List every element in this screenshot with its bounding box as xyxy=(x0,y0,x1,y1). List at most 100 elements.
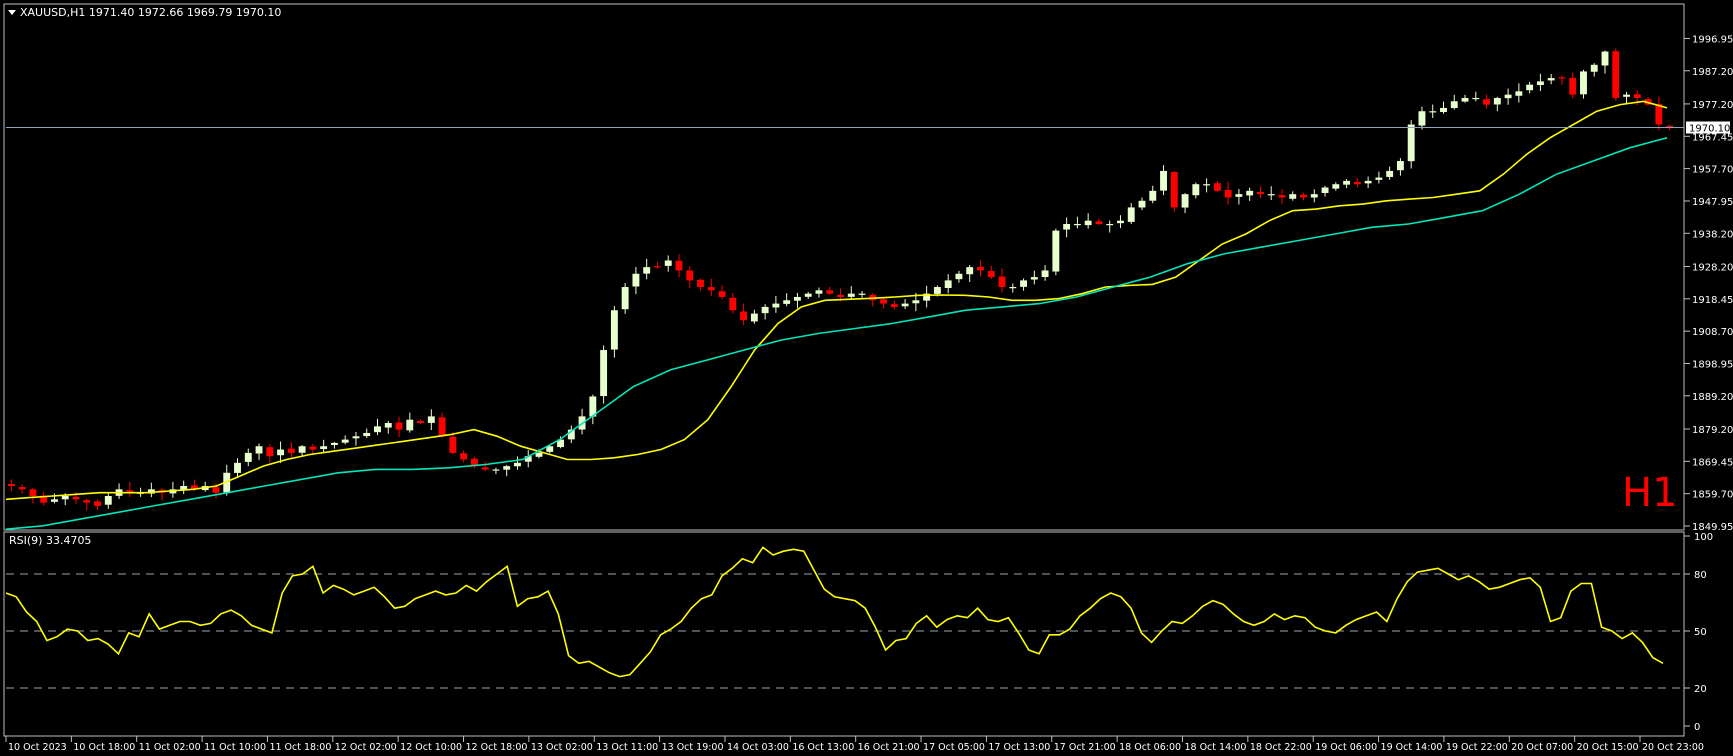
bear-candle-body xyxy=(266,447,274,457)
bear-candle-body xyxy=(438,417,446,437)
bear-candle-body xyxy=(72,496,80,500)
rsi-tick-label: 80 xyxy=(1694,570,1707,581)
bear-candle-body xyxy=(1278,195,1286,198)
bull-candle-body xyxy=(1440,107,1447,113)
bull-candle-body xyxy=(1429,111,1437,113)
bear-candle-body xyxy=(977,266,984,271)
bull-candle-body xyxy=(632,273,640,287)
bull-candle-body xyxy=(1547,78,1555,81)
bull-candle-body xyxy=(1009,287,1017,289)
price-tick-label: 1879.20 xyxy=(1692,425,1733,436)
bull-candle-body xyxy=(1580,71,1587,95)
bull-candle-body xyxy=(104,495,112,505)
price-tick-label: 1859.70 xyxy=(1692,490,1733,501)
bear-candle-body xyxy=(481,467,489,470)
bull-candle-body xyxy=(1192,184,1200,196)
bull-candle-body xyxy=(793,296,801,301)
bear-candle-body xyxy=(1353,181,1361,185)
bull-candle-body xyxy=(406,419,414,431)
bull-candle-body xyxy=(966,267,974,275)
bull-candle-body xyxy=(514,462,521,467)
bull-candle-body xyxy=(804,293,812,297)
bull-candle-body xyxy=(277,449,285,456)
bull-candle-body xyxy=(1332,184,1340,189)
candle xyxy=(1052,228,1060,276)
bear-candle-body xyxy=(212,487,220,493)
bull-candle-body xyxy=(492,469,500,471)
symbol-info: XAUUSD,H1 1971.40 1972.66 1969.79 1970.1… xyxy=(20,6,281,19)
bear-candle-body xyxy=(654,266,661,268)
time-tick-label: 18 Oct 06:00 xyxy=(1119,742,1181,753)
rsi-tick-label: 20 xyxy=(1694,684,1707,695)
time-tick-label: 14 Oct 03:00 xyxy=(727,742,789,753)
bear-candle-body xyxy=(1633,94,1641,98)
time-tick-label: 16 Oct 13:00 xyxy=(792,742,854,753)
bear-candle-body xyxy=(83,500,91,503)
time-tick-label: 17 Oct 21:00 xyxy=(1054,742,1116,753)
bull-candle-body xyxy=(1117,220,1124,224)
bull-candle-body xyxy=(1343,180,1351,185)
price-tick-label: 1928.20 xyxy=(1692,262,1733,273)
price-tick-label: 1996.95 xyxy=(1692,34,1733,45)
time-tick-label: 18 Oct 14:00 xyxy=(1184,742,1246,753)
bull-candle-body xyxy=(783,300,791,304)
time-tick-label: 20 Oct 15:00 xyxy=(1577,742,1639,753)
bear-candle-body xyxy=(18,487,26,490)
bull-candle-body xyxy=(1289,194,1297,199)
bull-candle-body xyxy=(1450,101,1458,109)
bull-candle-body xyxy=(352,436,360,439)
price-tick-label: 1898.95 xyxy=(1692,359,1733,370)
bull-candle-body xyxy=(815,290,823,294)
bull-candle-body xyxy=(610,310,618,350)
bull-candle-body xyxy=(503,466,511,470)
time-tick-label: 12 Oct 02:00 xyxy=(335,742,397,753)
bull-candle-body xyxy=(750,313,758,322)
bull-candle-body xyxy=(374,426,381,433)
time-tick-label: 20 Oct 07:00 xyxy=(1511,742,1573,753)
bull-candle-body xyxy=(244,452,252,462)
bull-candle-body xyxy=(858,293,866,295)
bull-candle-body xyxy=(255,446,263,454)
bull-candle-body xyxy=(341,439,349,443)
time-tick-label: 10 Oct 18:00 xyxy=(73,742,135,753)
bear-candle-body xyxy=(880,299,888,304)
bull-candle-body xyxy=(1504,94,1512,99)
bear-candle-body xyxy=(1256,191,1264,195)
bull-candle-body xyxy=(1590,64,1598,72)
bear-candle-body xyxy=(29,489,37,496)
bear-candle-body xyxy=(1213,183,1221,191)
bull-candle-body xyxy=(234,462,241,473)
candle xyxy=(621,282,629,314)
bull-candle-body xyxy=(1310,194,1318,198)
bull-candle-body xyxy=(1030,277,1038,280)
trading-chart[interactable]: 1996.951987.201977.201967.451957.701947.… xyxy=(0,0,1733,756)
bull-candle-body xyxy=(320,446,328,450)
bull-candle-body xyxy=(1246,190,1254,196)
price-tick-label: 1869.45 xyxy=(1692,457,1733,468)
bull-candle-body xyxy=(1623,94,1630,97)
bear-candle-body xyxy=(826,290,834,294)
bear-candle-body xyxy=(1569,77,1577,95)
bear-candle-body xyxy=(998,276,1006,288)
time-tick-label: 16 Oct 21:00 xyxy=(858,742,920,753)
time-tick-label: 19 Oct 22:00 xyxy=(1446,742,1508,753)
bear-candle-body xyxy=(395,422,403,430)
bear-candle-body xyxy=(94,501,101,506)
time-tick-label: 18 Oct 22:00 xyxy=(1250,742,1312,753)
bear-candle-body xyxy=(1170,172,1178,208)
bull-candle-body xyxy=(1601,51,1609,66)
bear-candle-body xyxy=(740,311,748,321)
rsi-tick-label: 0 xyxy=(1694,722,1700,733)
bull-candle-body xyxy=(1375,177,1383,180)
bear-candle-body xyxy=(1612,51,1620,98)
bull-candle-body xyxy=(901,303,909,307)
price-tick-label: 1977.20 xyxy=(1692,100,1733,111)
bull-candle-body xyxy=(1020,280,1027,287)
bear-candle-body xyxy=(7,484,15,487)
bull-candle-body xyxy=(61,495,69,500)
bear-candle-body xyxy=(697,279,704,288)
bull-candle-body xyxy=(1235,194,1243,197)
bear-candle-body xyxy=(729,297,737,311)
bull-candle-body xyxy=(600,350,608,397)
bull-candle-body xyxy=(330,442,338,446)
